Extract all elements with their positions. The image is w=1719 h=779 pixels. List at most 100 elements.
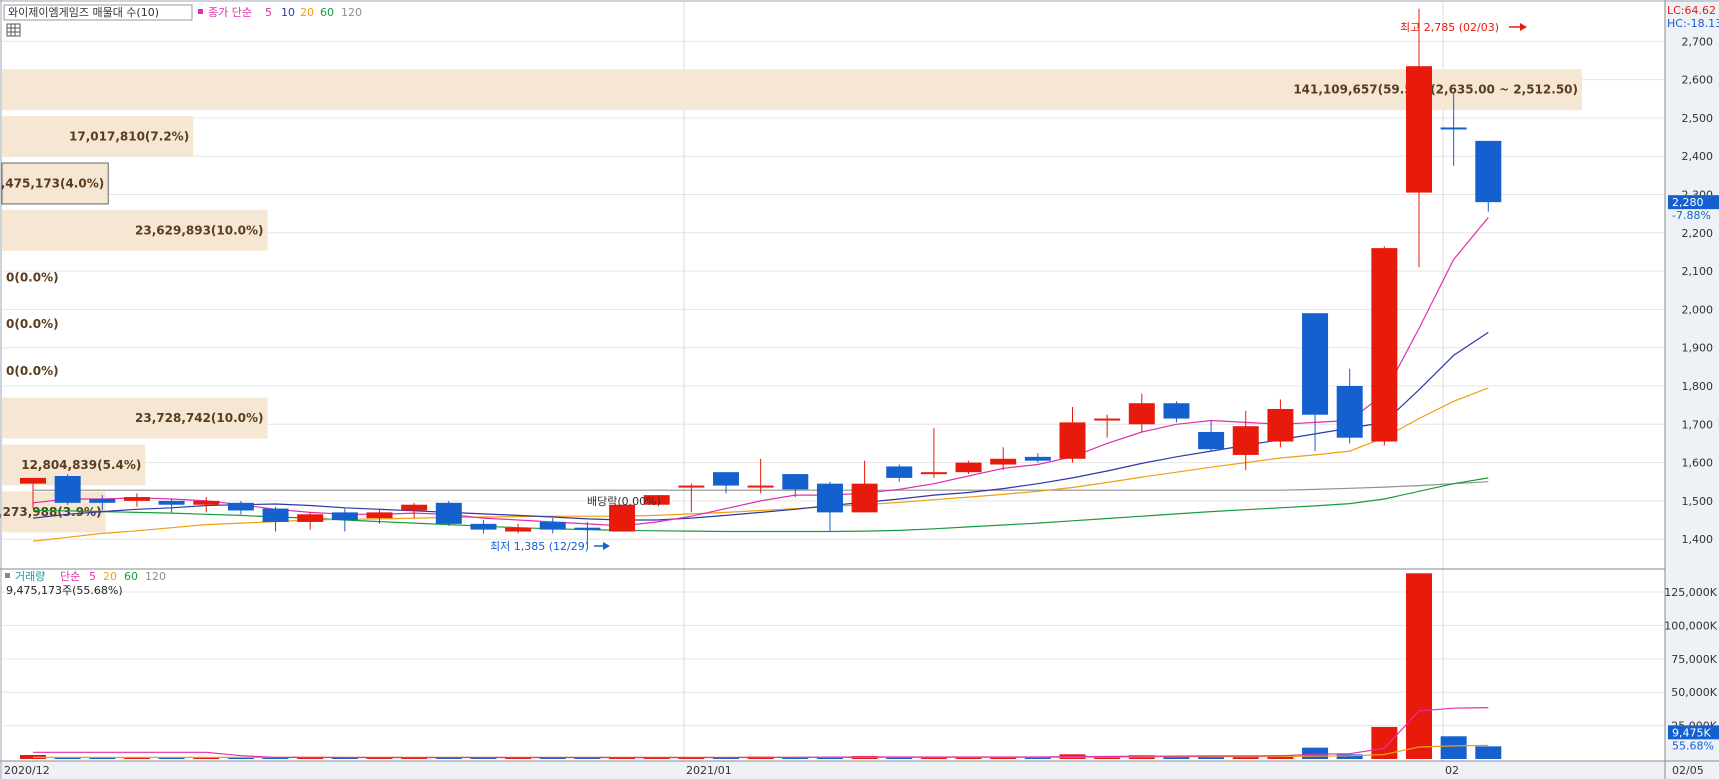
grid-table-icon[interactable] <box>6 23 21 37</box>
volume-profile-label: 0(0.0%) <box>6 270 59 284</box>
volume-profile-label: 17,017,810(7.2%) <box>69 130 189 144</box>
candle-body <box>89 498 116 503</box>
price-tick-label: 2,500 <box>1682 112 1714 125</box>
candle-body <box>193 500 220 505</box>
candle-body <box>297 514 324 522</box>
candle[interactable] <box>435 500 462 526</box>
candle-body <box>1232 426 1259 455</box>
volume-profile-label: 23,728,742(10.0%) <box>135 411 264 425</box>
legend-period-10[interactable]: 10 <box>281 6 295 19</box>
volume-profile-label: 9,475,173(4.0%) <box>0 176 104 190</box>
volume-profile-label: 141,109,657(59.5%)(2,635.00 ~ 2,512.50) <box>1293 83 1578 97</box>
volume-legend-period-20[interactable]: 20 <box>103 570 117 583</box>
volume-legend-square-icon <box>5 573 10 578</box>
legend-period-5[interactable]: 5 <box>265 6 272 19</box>
candle-body <box>505 527 532 532</box>
volume-profile-bar: 23,629,893(10.0%) <box>2 209 268 251</box>
dividend-annotation-text: 배당락(0.00%) <box>587 495 661 508</box>
volume-profile-bar: 0(0.0%) <box>6 364 59 378</box>
candle-body <box>331 512 358 521</box>
candle[interactable] <box>54 474 81 505</box>
candle-body <box>920 472 947 475</box>
volume-profile-label: 0(0.0%) <box>6 364 59 378</box>
stock-chart-window: 141,109,657(59.5%)(2,635.00 ~ 2,512.50) 1… <box>0 0 1719 779</box>
volume-legend-period-120[interactable]: 120 <box>145 570 166 583</box>
price-tick-label: 1,400 <box>1682 533 1714 546</box>
volume-tick-label: 50,000K <box>1671 686 1717 699</box>
candle-body <box>1371 248 1398 442</box>
candle-body <box>227 502 254 511</box>
candle[interactable] <box>609 504 636 532</box>
candle-body <box>574 527 601 530</box>
candle-body <box>1163 403 1190 419</box>
candle[interactable] <box>1475 140 1502 212</box>
candle-body <box>1198 431 1225 450</box>
volume-legend-period-60[interactable]: 60 <box>124 570 138 583</box>
candle-body <box>470 523 497 530</box>
price-tick-label: 1,800 <box>1682 380 1714 393</box>
volume-profile-bar: 17,017,810(7.2%) <box>2 116 194 158</box>
price-tick-label: 1,500 <box>1682 495 1714 508</box>
candle-body <box>990 458 1017 465</box>
volume-profile-label: 12,804,839(5.4%) <box>21 458 141 472</box>
volume-profile-bar: 23,728,742(10.0%) <box>2 397 268 439</box>
legend-period-20[interactable]: 20 <box>300 6 314 19</box>
candle-body <box>747 485 774 488</box>
volume-tick-label: 75,000K <box>1671 653 1717 666</box>
volume-legend-ma-label[interactable]: 단순 <box>60 570 80 583</box>
candle[interactable] <box>955 460 982 475</box>
candle-body <box>713 472 739 486</box>
x-label-jan: 2021/01 <box>686 764 732 777</box>
candle-body <box>609 504 636 532</box>
candle-body <box>1128 403 1155 425</box>
candle-body <box>539 521 566 530</box>
volume-bar[interactable] <box>1440 736 1467 759</box>
candle-body <box>851 483 878 513</box>
x-axis-background <box>0 761 1719 779</box>
volume-bar[interactable] <box>1302 747 1329 759</box>
x-label-feb: 02 <box>1445 764 1459 777</box>
volume-profile-bar: 141,109,657(59.5%)(2,635.00 ~ 2,512.50) <box>2 69 1582 111</box>
volume-bar[interactable] <box>1475 746 1502 759</box>
legend-ma-label[interactable]: 종가 단순 <box>208 6 252 19</box>
volume-profile-bar: 0(0.0%) <box>6 317 59 331</box>
candle-body <box>123 497 150 501</box>
price-tick-label: 2,400 <box>1682 150 1714 163</box>
volume-profile-bar: 9,475,173(4.0%) <box>0 162 109 205</box>
chart-canvas[interactable]: 141,109,657(59.5%)(2,635.00 ~ 2,512.50) 1… <box>0 0 1719 779</box>
candle-body <box>54 475 81 503</box>
high-annotation-text: 최고 2,785 (02/03) <box>1400 21 1499 34</box>
candle-body <box>1059 422 1086 459</box>
volume-tick-label: 125,000K <box>1664 586 1717 599</box>
volume-tick-label: 100,000K <box>1664 619 1717 632</box>
candle-body <box>816 483 843 513</box>
price-tick-label: 2,000 <box>1682 303 1714 316</box>
volume-info-line: 9,475,173주(55.68%) <box>6 584 123 597</box>
candle-body <box>1267 408 1294 442</box>
lc-badge: LC:64.62 <box>1667 4 1716 17</box>
candle-body <box>782 474 809 490</box>
candle-body <box>401 504 428 511</box>
current-volume-label: 9,475K <box>1672 726 1711 739</box>
x-label-last: 02/05 <box>1672 764 1704 777</box>
legend-title: 와이제이엠게임즈 매물대 수(10) <box>8 6 159 19</box>
volume-bar[interactable] <box>1406 573 1432 759</box>
candle-body <box>678 485 705 488</box>
candle-body <box>1302 313 1329 415</box>
candle-body <box>886 466 913 478</box>
price-tick-label: 1,600 <box>1682 457 1714 470</box>
volume-legend-period-5[interactable]: 5 <box>89 570 96 583</box>
volume-profile-label: 9,273,988(3.9%) <box>0 505 102 519</box>
legend-square-icon <box>198 9 203 14</box>
low-annotation-text: 최저 1,385 (12/29) <box>490 540 589 553</box>
candle-body <box>1024 456 1051 461</box>
price-tick-label: 2,200 <box>1682 227 1714 240</box>
candle[interactable] <box>1371 246 1398 446</box>
candle-body <box>1475 140 1502 203</box>
legend-period-60[interactable]: 60 <box>320 6 334 19</box>
legend-period-120[interactable]: 120 <box>341 6 362 19</box>
volume-legend-title[interactable]: 거래량 <box>15 570 45 583</box>
x-label-dec: 2020/12 <box>4 764 50 777</box>
candle-body <box>955 462 982 473</box>
candle-body <box>435 502 462 524</box>
